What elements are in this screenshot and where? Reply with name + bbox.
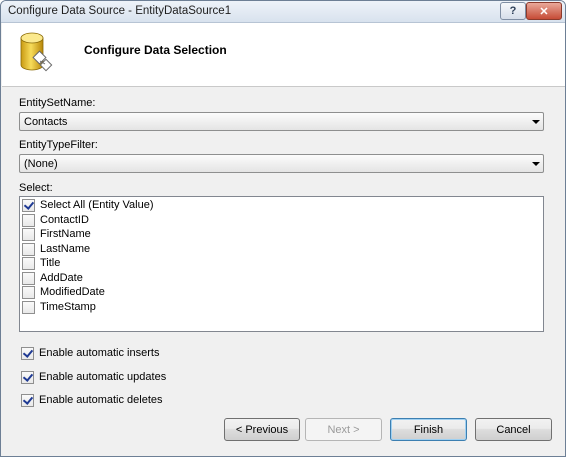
enable-updates-checkbox[interactable] [21,370,34,384]
select-label: Select: [19,182,53,194]
help-icon: ? [509,5,517,17]
entity-type-filter-dropdown[interactable]: (None) [19,154,544,173]
field-checkbox[interactable] [22,256,35,270]
title-bar: Configure Data Source - EntityDataSource… [1,1,565,23]
field-checkbox[interactable] [22,300,35,314]
entity-set-dropdown[interactable]: Contacts [19,112,544,131]
entity-type-filter-value: (None) [24,158,58,170]
select-all-checkbox[interactable] [22,198,35,212]
list-item-label: FirstName [40,228,91,240]
field-checkbox[interactable] [22,213,35,227]
wizard-header: Configure Data Selection [2,23,565,87]
list-item[interactable]: FirstName [22,227,91,241]
next-button[interactable]: Next > [305,418,382,441]
enable-inserts-option[interactable]: Enable automatic inserts [21,346,159,360]
field-checkbox[interactable] [22,242,35,256]
list-item-label: Title [40,257,61,269]
entity-set-label: EntitySetName: [19,97,96,109]
chevron-down-icon [532,162,540,166]
enable-deletes-label: Enable automatic deletes [39,394,163,406]
list-item[interactable]: ModifiedDate [22,285,105,299]
list-item-label: Select All (Entity Value) [40,199,154,211]
list-item[interactable]: ContactID [22,213,89,227]
list-item[interactable]: TimeStamp [22,300,96,314]
entity-type-filter-label: EntityTypeFilter: [19,139,98,151]
list-item[interactable]: AddDate [22,271,83,285]
field-checkbox[interactable] [22,227,35,241]
entity-set-value: Contacts [24,116,68,128]
window-title: Configure Data Source - EntityDataSource… [8,5,232,17]
enable-updates-label: Enable automatic updates [39,371,167,383]
list-item-label: ModifiedDate [40,286,105,298]
enable-inserts-checkbox[interactable] [21,346,34,360]
help-button[interactable]: ? [500,2,526,20]
field-checkbox[interactable] [22,285,35,299]
list-item[interactable]: Title [22,256,60,270]
list-item-label: LastName [40,243,91,255]
configure-data-source-dialog: Configure Data Source - EntityDataSource… [0,0,566,457]
select-listbox[interactable]: Select All (Entity Value) ContactID Firs… [19,196,544,332]
enable-deletes-checkbox[interactable] [21,393,34,407]
finish-button[interactable]: Finish [390,418,467,441]
close-button[interactable]: ✕ [526,2,562,20]
enable-updates-option[interactable]: Enable automatic updates [21,370,166,384]
list-item-label: AddDate [40,272,83,284]
database-wizard-icon [20,32,53,72]
list-item[interactable]: Select All (Entity Value) [22,198,154,212]
previous-button[interactable]: < Previous [224,418,300,441]
list-item-label: TimeStamp [40,301,96,313]
chevron-down-icon [532,120,540,124]
page-title: Configure Data Selection [84,43,227,57]
cancel-button[interactable]: Cancel [475,418,552,441]
enable-deletes-option[interactable]: Enable automatic deletes [21,393,163,407]
enable-inserts-label: Enable automatic inserts [39,347,160,359]
field-checkbox[interactable] [22,271,35,285]
list-item-label: ContactID [40,214,89,226]
close-icon: ✕ [539,5,549,18]
list-item[interactable]: LastName [22,242,90,256]
